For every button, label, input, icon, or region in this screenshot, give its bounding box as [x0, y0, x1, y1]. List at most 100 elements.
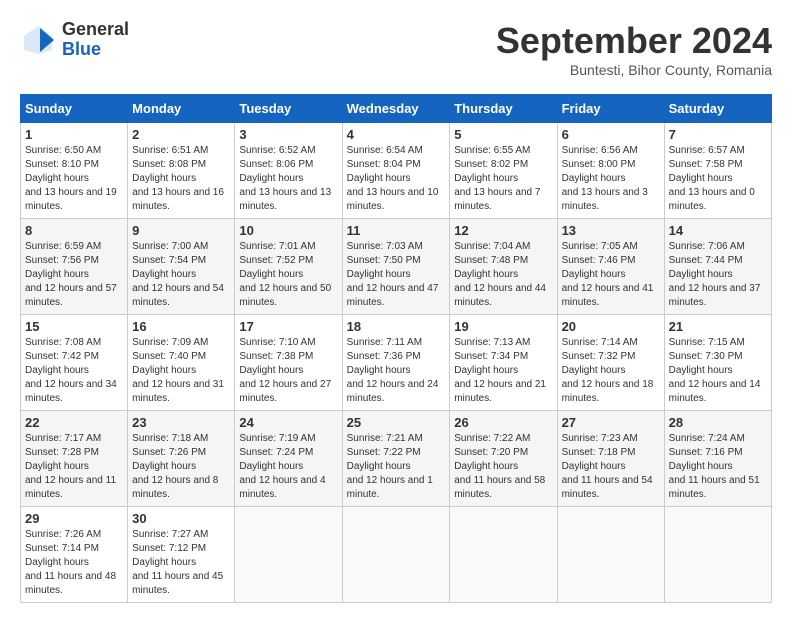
day-number: 7	[669, 127, 767, 142]
day-number: 24	[239, 415, 337, 430]
day-info: Sunrise: 7:13 AMSunset: 7:34 PMDaylight …	[454, 337, 546, 404]
day-info: Sunrise: 7:22 AMSunset: 7:20 PMDaylight …	[454, 433, 545, 500]
table-row: 4 Sunrise: 6:54 AMSunset: 8:04 PMDayligh…	[342, 123, 450, 219]
table-row: 21 Sunrise: 7:15 AMSunset: 7:30 PMDaylig…	[664, 315, 771, 411]
day-number: 20	[562, 319, 660, 334]
logo-blue: Blue	[62, 40, 129, 60]
table-row: 6 Sunrise: 6:56 AMSunset: 8:00 PMDayligh…	[557, 123, 664, 219]
table-row: 29 Sunrise: 7:26 AMSunset: 7:14 PMDaylig…	[21, 507, 128, 603]
day-info: Sunrise: 7:18 AMSunset: 7:26 PMDaylight …	[132, 433, 218, 500]
day-number: 8	[25, 223, 123, 238]
day-number: 17	[239, 319, 337, 334]
col-thursday: Thursday	[450, 95, 557, 123]
day-info: Sunrise: 7:27 AMSunset: 7:12 PMDaylight …	[132, 529, 223, 596]
logo: General Blue	[20, 20, 129, 60]
table-row: 18 Sunrise: 7:11 AMSunset: 7:36 PMDaylig…	[342, 315, 450, 411]
day-info: Sunrise: 6:50 AMSunset: 8:10 PMDaylight …	[25, 145, 117, 212]
table-row	[557, 507, 664, 603]
table-row: 2 Sunrise: 6:51 AMSunset: 8:08 PMDayligh…	[128, 123, 235, 219]
day-info: Sunrise: 7:09 AMSunset: 7:40 PMDaylight …	[132, 337, 224, 404]
table-row: 22 Sunrise: 7:17 AMSunset: 7:28 PMDaylig…	[21, 411, 128, 507]
col-tuesday: Tuesday	[235, 95, 342, 123]
day-number: 2	[132, 127, 230, 142]
day-info: Sunrise: 7:10 AMSunset: 7:38 PMDaylight …	[239, 337, 331, 404]
day-number: 15	[25, 319, 123, 334]
day-number: 25	[347, 415, 446, 430]
day-info: Sunrise: 6:56 AMSunset: 8:00 PMDaylight …	[562, 145, 648, 212]
col-sunday: Sunday	[21, 95, 128, 123]
table-row: 24 Sunrise: 7:19 AMSunset: 7:24 PMDaylig…	[235, 411, 342, 507]
col-monday: Monday	[128, 95, 235, 123]
page-header: General Blue September 2024 Buntesti, Bi…	[20, 20, 772, 78]
day-info: Sunrise: 7:03 AMSunset: 7:50 PMDaylight …	[347, 241, 439, 308]
table-row: 11 Sunrise: 7:03 AMSunset: 7:50 PMDaylig…	[342, 219, 450, 315]
table-row: 10 Sunrise: 7:01 AMSunset: 7:52 PMDaylig…	[235, 219, 342, 315]
day-info: Sunrise: 6:59 AMSunset: 7:56 PMDaylight …	[25, 241, 117, 308]
day-number: 26	[454, 415, 552, 430]
day-number: 22	[25, 415, 123, 430]
table-row	[450, 507, 557, 603]
day-info: Sunrise: 7:14 AMSunset: 7:32 PMDaylight …	[562, 337, 654, 404]
table-row: 14 Sunrise: 7:06 AMSunset: 7:44 PMDaylig…	[664, 219, 771, 315]
table-row: 25 Sunrise: 7:21 AMSunset: 7:22 PMDaylig…	[342, 411, 450, 507]
table-row	[342, 507, 450, 603]
day-number: 13	[562, 223, 660, 238]
day-number: 6	[562, 127, 660, 142]
day-info: Sunrise: 7:05 AMSunset: 7:46 PMDaylight …	[562, 241, 654, 308]
day-number: 16	[132, 319, 230, 334]
table-row: 3 Sunrise: 6:52 AMSunset: 8:06 PMDayligh…	[235, 123, 342, 219]
day-number: 1	[25, 127, 123, 142]
table-row: 15 Sunrise: 7:08 AMSunset: 7:42 PMDaylig…	[21, 315, 128, 411]
calendar-week-3: 15 Sunrise: 7:08 AMSunset: 7:42 PMDaylig…	[21, 315, 772, 411]
month-title: September 2024	[496, 20, 772, 62]
table-row: 26 Sunrise: 7:22 AMSunset: 7:20 PMDaylig…	[450, 411, 557, 507]
day-info: Sunrise: 6:51 AMSunset: 8:08 PMDaylight …	[132, 145, 224, 212]
table-row: 27 Sunrise: 7:23 AMSunset: 7:18 PMDaylig…	[557, 411, 664, 507]
day-info: Sunrise: 7:04 AMSunset: 7:48 PMDaylight …	[454, 241, 546, 308]
col-saturday: Saturday	[664, 95, 771, 123]
calendar-week-5: 29 Sunrise: 7:26 AMSunset: 7:14 PMDaylig…	[21, 507, 772, 603]
day-number: 29	[25, 511, 123, 526]
title-block: September 2024 Buntesti, Bihor County, R…	[496, 20, 772, 78]
day-number: 5	[454, 127, 552, 142]
table-row: 28 Sunrise: 7:24 AMSunset: 7:16 PMDaylig…	[664, 411, 771, 507]
calendar-table: Sunday Monday Tuesday Wednesday Thursday…	[20, 94, 772, 603]
day-info: Sunrise: 7:00 AMSunset: 7:54 PMDaylight …	[132, 241, 224, 308]
day-info: Sunrise: 6:52 AMSunset: 8:06 PMDaylight …	[239, 145, 331, 212]
day-number: 11	[347, 223, 446, 238]
day-number: 30	[132, 511, 230, 526]
day-number: 19	[454, 319, 552, 334]
table-row: 17 Sunrise: 7:10 AMSunset: 7:38 PMDaylig…	[235, 315, 342, 411]
table-row	[235, 507, 342, 603]
day-info: Sunrise: 7:11 AMSunset: 7:36 PMDaylight …	[347, 337, 439, 404]
day-info: Sunrise: 7:08 AMSunset: 7:42 PMDaylight …	[25, 337, 117, 404]
table-row: 30 Sunrise: 7:27 AMSunset: 7:12 PMDaylig…	[128, 507, 235, 603]
day-number: 21	[669, 319, 767, 334]
table-row: 13 Sunrise: 7:05 AMSunset: 7:46 PMDaylig…	[557, 219, 664, 315]
calendar-week-2: 8 Sunrise: 6:59 AMSunset: 7:56 PMDayligh…	[21, 219, 772, 315]
day-info: Sunrise: 7:21 AMSunset: 7:22 PMDaylight …	[347, 433, 433, 500]
table-row: 16 Sunrise: 7:09 AMSunset: 7:40 PMDaylig…	[128, 315, 235, 411]
day-number: 23	[132, 415, 230, 430]
day-info: Sunrise: 7:26 AMSunset: 7:14 PMDaylight …	[25, 529, 116, 596]
day-number: 14	[669, 223, 767, 238]
day-info: Sunrise: 7:15 AMSunset: 7:30 PMDaylight …	[669, 337, 761, 404]
table-row: 19 Sunrise: 7:13 AMSunset: 7:34 PMDaylig…	[450, 315, 557, 411]
table-row: 20 Sunrise: 7:14 AMSunset: 7:32 PMDaylig…	[557, 315, 664, 411]
day-info: Sunrise: 7:23 AMSunset: 7:18 PMDaylight …	[562, 433, 653, 500]
day-info: Sunrise: 7:01 AMSunset: 7:52 PMDaylight …	[239, 241, 331, 308]
logo-icon	[20, 22, 56, 58]
day-info: Sunrise: 6:54 AMSunset: 8:04 PMDaylight …	[347, 145, 439, 212]
day-info: Sunrise: 7:06 AMSunset: 7:44 PMDaylight …	[669, 241, 761, 308]
day-info: Sunrise: 7:17 AMSunset: 7:28 PMDaylight …	[25, 433, 116, 500]
calendar-week-4: 22 Sunrise: 7:17 AMSunset: 7:28 PMDaylig…	[21, 411, 772, 507]
table-row: 7 Sunrise: 6:57 AMSunset: 7:58 PMDayligh…	[664, 123, 771, 219]
day-number: 10	[239, 223, 337, 238]
day-number: 27	[562, 415, 660, 430]
day-info: Sunrise: 7:19 AMSunset: 7:24 PMDaylight …	[239, 433, 325, 500]
day-number: 4	[347, 127, 446, 142]
table-row: 12 Sunrise: 7:04 AMSunset: 7:48 PMDaylig…	[450, 219, 557, 315]
day-number: 9	[132, 223, 230, 238]
day-number: 18	[347, 319, 446, 334]
day-info: Sunrise: 6:55 AMSunset: 8:02 PMDaylight …	[454, 145, 540, 212]
